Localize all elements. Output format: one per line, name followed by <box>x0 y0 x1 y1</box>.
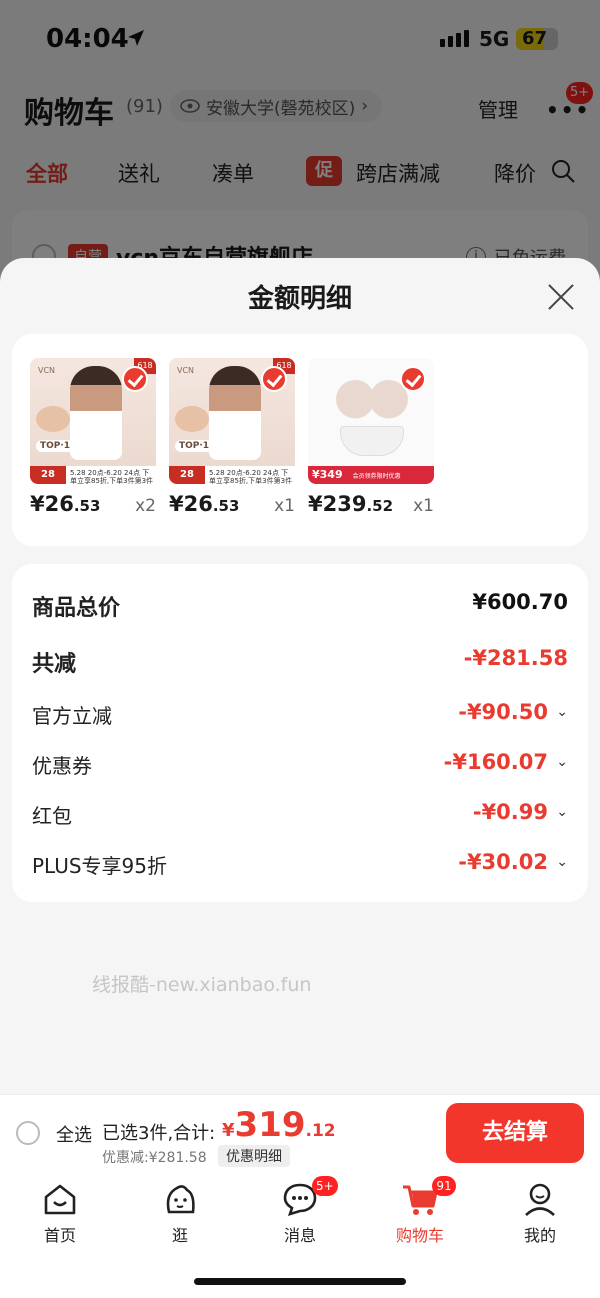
selected-check-icon <box>261 366 287 392</box>
chevron-down-icon: ⌄ <box>556 704 568 720</box>
nav-label: 购物车 <box>395 1226 444 1245</box>
discount-summary: 优惠减:¥281.58 <box>102 1150 207 1166</box>
discount-row[interactable]: 官方立减 -¥90.50 ⌄ <box>32 694 568 734</box>
chevron-down-icon: ⌄ <box>556 854 568 870</box>
total-value: ¥600.70 <box>472 590 568 614</box>
profile-icon <box>525 1183 555 1216</box>
product-quantity: x1 <box>413 496 434 516</box>
total-integer: 319 <box>234 1105 306 1145</box>
price-decimal: .52 <box>366 497 394 515</box>
discount-value: -¥160.07 <box>443 750 548 774</box>
top-badge: TOP·1 <box>175 440 214 452</box>
checkout-button[interactable]: 去结算 <box>446 1103 584 1163</box>
sheet-title: 金额明细 <box>247 284 352 314</box>
promo-price: 28 <box>169 466 205 484</box>
total-label: 商品总价 <box>32 596 121 621</box>
promo-price: ¥349 <box>312 468 343 481</box>
selected-summary: 已选3件,合计: <box>102 1123 216 1144</box>
total-row: 商品总价 ¥600.70 <box>32 584 568 624</box>
discount-value: -¥0.99 <box>472 800 548 824</box>
price-integer: ¥239 <box>308 492 367 516</box>
price-summary: 商品总价 ¥600.70 共减 -¥281.58 官方立减 -¥90.50 ⌄ … <box>12 564 588 902</box>
discount-label: 官方立减 <box>32 704 112 728</box>
home-icon <box>44 1184 76 1215</box>
selected-check-icon <box>122 366 148 392</box>
product-image: VCN TOP·1 618 28 5.28 20点-6.20 24点 下单立享85… <box>169 358 295 484</box>
price-integer: ¥26 <box>169 492 213 516</box>
message-badge: 5+ <box>312 1176 338 1196</box>
promo-band: 28 5.28 20点-6.20 24点 下单立享85折,下单3件第3件0元 <box>169 466 295 484</box>
explore-icon <box>166 1185 195 1214</box>
chevron-down-icon: ⌄ <box>556 754 568 770</box>
promo-band: ¥349 会员领券限时优惠 <box>308 466 434 484</box>
product-price: ¥239.52 <box>308 492 393 516</box>
product-list: VCN TOP·1 618 28 5.28 20点-6.20 24点 下单立享85… <box>12 334 588 546</box>
discount-value: -¥30.02 <box>458 850 548 874</box>
promo-band: 28 5.28 20点-6.20 24点 下单立享85折,下单3件第3件0元 <box>30 466 156 484</box>
reduction-value: -¥281.58 <box>463 646 568 670</box>
discount-row[interactable]: PLUS专享95折 -¥30.02 ⌄ <box>32 844 568 884</box>
pad-figure <box>36 406 70 432</box>
selected-check-icon <box>400 366 426 392</box>
currency-symbol: ¥ <box>222 1120 235 1141</box>
nav-profile[interactable]: 我的 <box>500 1180 580 1246</box>
promo-text: 5.28 20点-6.20 24点 下单立享85折,下单3件第3件0元 <box>70 469 154 484</box>
amount-detail-sheet: 金额明细 VCN TOP·1 618 28 5.28 20点-6.20 24点 下… <box>0 258 600 1298</box>
select-all-checkbox[interactable] <box>16 1121 40 1145</box>
nav-cart[interactable]: 91 购物车 <box>380 1176 460 1246</box>
nav-explore[interactable]: 逛 <box>140 1180 220 1246</box>
panty-figure <box>340 426 404 456</box>
price-decimal: .53 <box>73 497 101 515</box>
brand-logo: VCN <box>38 366 56 375</box>
nav-messages[interactable]: 5+ 消息 <box>260 1176 340 1246</box>
top-badge: TOP·1 <box>36 440 75 452</box>
model-figure <box>209 366 261 460</box>
discount-label: 优惠券 <box>32 754 92 778</box>
product-item[interactable]: VCN TOP·1 618 28 5.28 20点-6.20 24点 下单立享85… <box>30 358 156 516</box>
reduction-label: 共减 <box>32 652 77 677</box>
nav-label: 逛 <box>171 1226 188 1245</box>
reduction-row: 共减 -¥281.58 <box>32 640 568 680</box>
nav-label: 我的 <box>523 1226 556 1245</box>
pad-figure <box>175 406 209 432</box>
discount-label: 红包 <box>32 804 72 828</box>
product-price: ¥26.53 <box>169 492 239 516</box>
bottom-nav: 首页 逛 5+ 消息 91 购物车 我的 <box>0 1170 600 1260</box>
nav-label: 消息 <box>283 1226 316 1245</box>
discount-detail-button[interactable]: 优惠明细 <box>218 1145 290 1167</box>
select-all-label[interactable]: 全选 <box>56 1121 92 1147</box>
product-price: ¥26.53 <box>30 492 100 516</box>
total-price: ¥319.12 <box>222 1105 336 1145</box>
brand-logo: VCN <box>177 366 195 375</box>
product-quantity: x1 <box>274 496 295 516</box>
product-image: VCN TOP·1 618 28 5.28 20点-6.20 24点 下单立享85… <box>30 358 156 484</box>
model-figure <box>70 366 122 460</box>
bra-figure <box>334 368 410 420</box>
discount-label: PLUS专享95折 <box>32 854 167 878</box>
discount-row[interactable]: 红包 -¥0.99 ⌄ <box>32 794 568 834</box>
discount-value: -¥90.50 <box>458 700 548 724</box>
cart-badge: 91 <box>432 1176 456 1196</box>
price-integer: ¥26 <box>30 492 74 516</box>
home-indicator[interactable] <box>194 1278 406 1285</box>
checkout-bar: 全选 已选3件,合计: ¥319.12 优惠减:¥281.58 优惠明细 去结算 <box>0 1094 600 1170</box>
product-item[interactable]: ¥349 会员领券限时优惠 ¥239.52 x1 <box>308 358 434 516</box>
promo-text: 会员领券限时优惠 <box>352 473 401 480</box>
product-item[interactable]: VCN TOP·1 618 28 5.28 20点-6.20 24点 下单立享85… <box>169 358 295 516</box>
watermark: 线报酷-new.xianbao.fun <box>92 974 312 996</box>
price-decimal: .53 <box>212 497 240 515</box>
bottom-panel: 全选 已选3件,合计: ¥319.12 优惠减:¥281.58 优惠明细 去结算… <box>0 1094 600 1298</box>
product-image: ¥349 会员领券限时优惠 <box>308 358 434 484</box>
close-icon[interactable] <box>546 282 576 312</box>
promo-text: 5.28 20点-6.20 24点 下单立享85折,下单3件第3件0元 <box>209 469 293 484</box>
nav-label: 首页 <box>43 1226 76 1245</box>
total-decimal: .12 <box>305 1121 336 1141</box>
chevron-down-icon: ⌄ <box>556 804 568 820</box>
nav-home[interactable]: 首页 <box>20 1180 100 1246</box>
product-quantity: x2 <box>135 496 156 516</box>
discount-row[interactable]: 优惠券 -¥160.07 ⌄ <box>32 744 568 784</box>
promo-price: 28 <box>30 466 66 484</box>
